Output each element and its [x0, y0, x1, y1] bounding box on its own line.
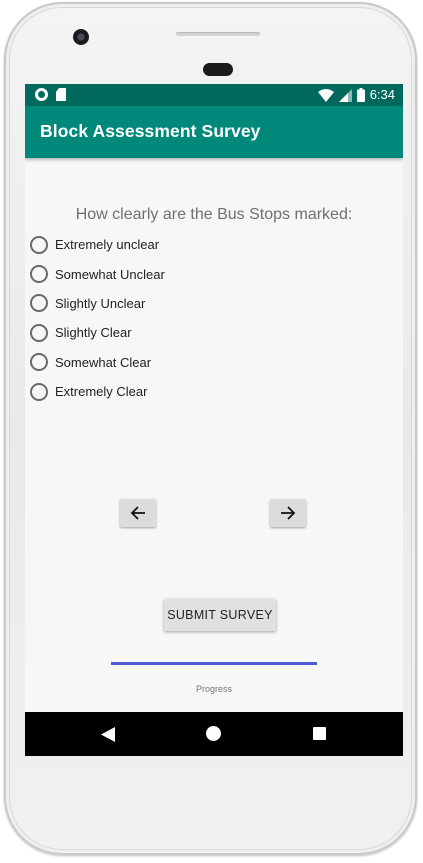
- radio-label: Slightly Clear: [55, 325, 132, 341]
- radio-option-somewhat-clear[interactable]: Somewhat Clear: [30, 348, 165, 377]
- sd-card-icon: [56, 88, 66, 101]
- radio-button[interactable]: [30, 265, 48, 284]
- progress-fill: [111, 662, 317, 665]
- battery-icon: [356, 88, 365, 102]
- earpiece-speaker: [176, 32, 260, 36]
- screen: 6:34 Block Assessment Survey How clearly…: [25, 84, 403, 756]
- status-bar: 6:34: [25, 84, 403, 106]
- radio-button[interactable]: [30, 323, 48, 342]
- radio-option-somewhat-unclear[interactable]: Somewhat Unclear: [30, 259, 165, 288]
- next-button[interactable]: [270, 499, 306, 527]
- home-icon[interactable]: [206, 726, 221, 741]
- question-text: How clearly are the Bus Stops marked:: [75, 206, 353, 223]
- radio-button[interactable]: [30, 294, 48, 313]
- radio-group: Extremely unclear Somewhat Unclear Sligh…: [30, 230, 165, 406]
- radio-button[interactable]: [30, 353, 48, 372]
- radio-label: Somewhat Unclear: [55, 266, 165, 282]
- progress-label: Progress: [195, 684, 232, 694]
- back-icon[interactable]: [101, 727, 115, 742]
- radio-button[interactable]: [30, 382, 48, 401]
- radio-option-extremely-unclear[interactable]: Extremely unclear: [30, 230, 165, 259]
- radio-option-extremely-clear[interactable]: Extremely Clear: [30, 377, 165, 406]
- system-navigation-bar: [25, 712, 403, 756]
- status-time: 6:34: [369, 87, 395, 102]
- arrow-left-icon: [130, 506, 145, 520]
- progress-bar: [111, 662, 317, 665]
- radio-label: Slightly Unclear: [55, 295, 146, 311]
- proximity-sensor: [203, 63, 233, 76]
- previous-button[interactable]: [120, 499, 156, 527]
- radio-label: Extremely Clear: [55, 384, 148, 400]
- app-title: Block Assessment Survey: [40, 121, 261, 141]
- recents-icon[interactable]: [313, 727, 326, 740]
- front-camera: [73, 29, 89, 45]
- radio-label: Extremely unclear: [55, 237, 160, 253]
- wifi-icon: [317, 88, 334, 102]
- notification-dot-icon: [35, 88, 48, 101]
- signal-icon: [338, 88, 352, 102]
- submit-survey-button[interactable]: SUBMIT SURVEY: [164, 599, 276, 631]
- radio-option-slightly-clear[interactable]: Slightly Clear: [30, 318, 165, 347]
- radio-button[interactable]: [30, 235, 48, 254]
- radio-option-slightly-unclear[interactable]: Slightly Unclear: [30, 289, 165, 318]
- app-bar: Block Assessment Survey: [25, 106, 403, 158]
- arrow-right-icon: [281, 506, 296, 520]
- radio-label: Somewhat Clear: [55, 354, 152, 370]
